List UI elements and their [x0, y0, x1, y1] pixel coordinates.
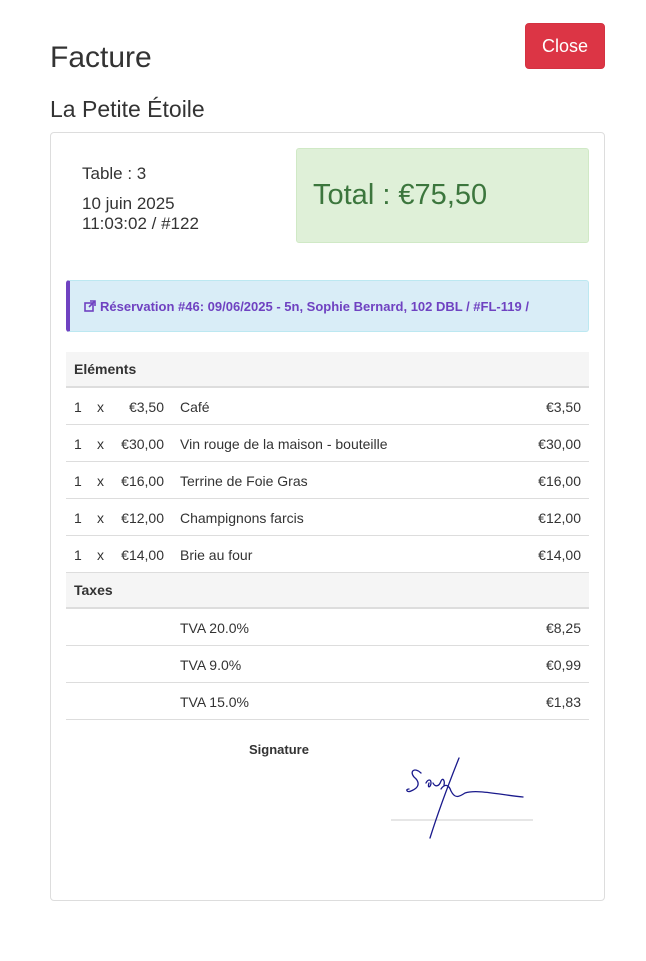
item-times: x [97, 547, 104, 563]
item-name: Vin rouge de la maison - bouteille [180, 436, 388, 452]
item-qty: 1 [74, 473, 82, 489]
item-qty: 1 [74, 510, 82, 526]
item-qty: 1 [74, 399, 82, 415]
item-row: 1 x €12,00 Champignons farcis €12,00 [66, 499, 589, 536]
item-total: €12,00 [538, 510, 581, 526]
restaurant-name: La Petite Étoile [50, 96, 205, 122]
tax-total: €8,25 [545, 620, 581, 636]
item-unit-price: €3,50 [128, 399, 164, 415]
invoice-time-ref: 11:03:02 / #122 [82, 214, 199, 233]
item-unit-price: €14,00 [121, 547, 164, 563]
item-name: Brie au four [180, 547, 253, 563]
tax-row: TVA 20.0% €8,25 [66, 609, 589, 646]
tax-row: TVA 9.0% €0,99 [66, 646, 589, 683]
total-amount: Total : €75,50 [313, 179, 488, 211]
invoice-panel: Table : 3 10 juin 2025 11:03:02 / #122 T… [50, 132, 605, 901]
item-times: x [97, 399, 104, 415]
item-qty: 1 [74, 547, 82, 563]
item-name: Champignons farcis [180, 510, 304, 526]
item-unit-price: €30,00 [121, 436, 164, 452]
page-title: Facture [50, 41, 152, 74]
invoice-date: 10 juin 2025 [82, 194, 175, 213]
taxes-header: Taxes [66, 573, 589, 609]
tax-row: TVA 15.0% €1,83 [66, 683, 589, 720]
tax-total: €1,83 [545, 694, 581, 710]
item-unit-price: €16,00 [121, 473, 164, 489]
item-row: 1 x €3,50 Café €3,50 [66, 388, 589, 425]
invoice-info: Table : 3 10 juin 2025 11:03:02 / #122 [82, 164, 199, 234]
reservation-text: Réservation #46: 09/06/2025 - 5n, Sophie… [100, 298, 529, 314]
item-times: x [97, 436, 104, 452]
close-button[interactable]: Close [525, 23, 605, 69]
item-row: 1 x €30,00 Vin rouge de la maison - bouteil… [66, 425, 589, 462]
item-times: x [97, 510, 104, 526]
item-name: Café [180, 399, 210, 415]
item-row: 1 x €14,00 Brie au four €14,00 [66, 536, 589, 573]
total-box: Total : €75,50 [296, 148, 589, 243]
signature-label: Signature [249, 742, 309, 757]
tax-name: TVA 15.0% [180, 694, 250, 710]
signature-image [391, 757, 533, 839]
items-header: Eléments [66, 352, 589, 388]
item-qty: 1 [74, 436, 82, 452]
items-table: Eléments 1 x €3,50 Café €3,50 1 x €30,00 Vin rou… [66, 352, 589, 720]
item-row: 1 x €16,00 Terrine de Foie Gras €16,00 [66, 462, 589, 499]
external-link-icon [84, 300, 96, 312]
item-unit-price: €12,00 [121, 510, 164, 526]
table-number: Table : 3 [82, 164, 147, 183]
item-total: €14,00 [538, 547, 581, 563]
tax-name: TVA 9.0% [180, 657, 242, 673]
item-total: €3,50 [545, 399, 581, 415]
tax-total: €0,99 [545, 657, 581, 673]
item-total: €30,00 [538, 436, 581, 452]
item-times: x [97, 473, 104, 489]
item-name: Terrine de Foie Gras [180, 473, 308, 489]
reservation-link[interactable]: Réservation #46: 09/06/2025 - 5n, Sophie… [66, 280, 589, 332]
tax-name: TVA 20.0% [180, 620, 250, 636]
item-total: €16,00 [538, 473, 581, 489]
